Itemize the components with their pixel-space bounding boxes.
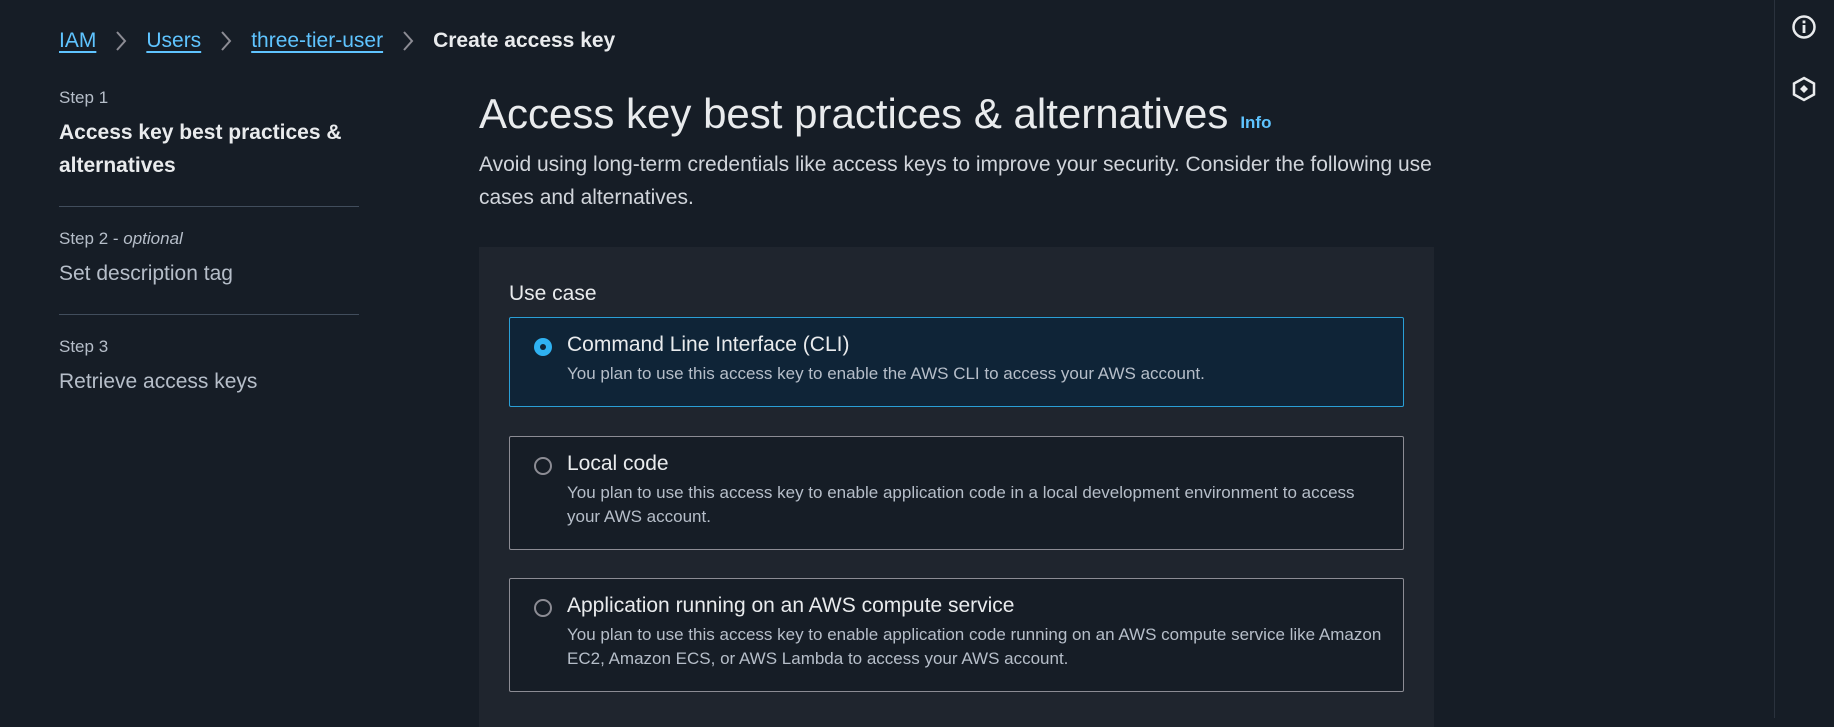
use-case-label: Use case	[509, 282, 597, 305]
wizard-step-1: Step 1 Access key best practices & alter…	[59, 88, 359, 207]
option-title: Application running on an AWS compute se…	[567, 594, 1015, 617]
step-title: Retrieve access keys	[59, 370, 258, 393]
wizard-step-3[interactable]: Step 3 Retrieve access keys	[59, 337, 359, 422]
feedback-hex-icon[interactable]	[1791, 76, 1817, 102]
option-title: Local code	[567, 452, 669, 475]
right-utility-rail	[1774, 0, 1834, 718]
step-label: Step 3	[59, 337, 109, 356]
page-description: Avoid using long-term credentials like a…	[479, 153, 1432, 209]
wizard-steps: Step 1 Access key best practices & alter…	[59, 88, 359, 444]
option-aws-compute[interactable]: Application running on an AWS compute se…	[509, 578, 1404, 692]
option-local-code[interactable]: Local code You plan to use this access k…	[509, 436, 1404, 550]
step-label: Step 2 - optional	[59, 229, 183, 248]
chevron-right-icon	[96, 30, 146, 52]
step-label: Step 1	[59, 88, 109, 107]
option-title: Command Line Interface (CLI)	[567, 333, 850, 356]
step-title: Access key best practices & alternatives	[59, 121, 342, 177]
page-title: Access key best practices & alternatives	[479, 90, 1229, 137]
step-title: Set description tag	[59, 262, 233, 285]
wizard-step-2[interactable]: Step 2 - optional Set description tag	[59, 229, 359, 315]
chevron-right-icon	[383, 30, 433, 52]
chevron-right-icon	[201, 30, 251, 52]
radio-unselected-icon[interactable]	[534, 599, 552, 617]
option-cli[interactable]: Command Line Interface (CLI) You plan to…	[509, 317, 1404, 407]
breadcrumb: IAM Users three-tier-user Create access …	[59, 29, 615, 53]
radio-selected-icon[interactable]	[534, 338, 552, 356]
page-title-row: Access key best practices & alternatives…	[479, 90, 1434, 138]
main-content: Access key best practices & alternatives…	[479, 90, 1434, 214]
option-description: You plan to use this access key to enabl…	[567, 625, 1382, 668]
option-description: You plan to use this access key to enabl…	[567, 483, 1355, 526]
info-circle-icon[interactable]	[1791, 14, 1817, 40]
breadcrumb-link-user[interactable]: three-tier-user	[251, 29, 383, 53]
use-case-panel: Use case Command Line Interface (CLI) Yo…	[479, 247, 1434, 727]
breadcrumb-current: Create access key	[433, 29, 616, 52]
option-description: You plan to use this access key to enabl…	[567, 364, 1205, 383]
breadcrumb-link-users[interactable]: Users	[146, 29, 201, 53]
radio-unselected-icon[interactable]	[534, 457, 552, 475]
breadcrumb-link-iam[interactable]: IAM	[59, 29, 96, 53]
info-link[interactable]: Info	[1240, 113, 1271, 133]
